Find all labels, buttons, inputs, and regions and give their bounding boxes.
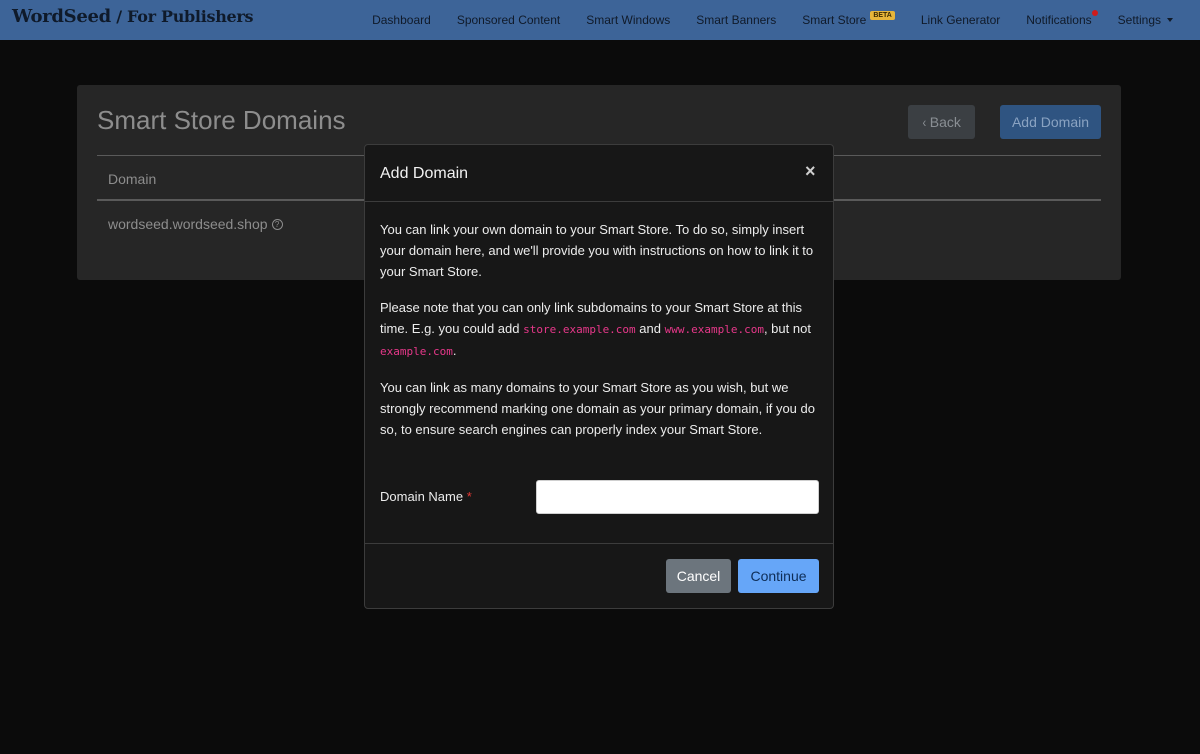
modal-paragraph: You can link your own domain to your Sma… [380,222,814,279]
chevron-left-icon: ‹ [922,114,927,130]
brand-sub: For Publishers [127,7,254,26]
text: and [635,321,665,336]
domain-name-label: Domain Name * [380,489,472,504]
page-title: Smart Store Domains [97,105,346,135]
add-domain-button[interactable]: Add Domain [1000,105,1101,139]
text: . [452,343,457,358]
back-label: Back [929,114,961,130]
beta-badge: BETA [870,10,895,20]
code-example: store.example.com [523,323,636,336]
continue-button[interactable]: Continue [738,559,819,593]
caret-down-icon [1167,18,1173,22]
nav-label: Smart Store [802,13,867,27]
divider [365,543,833,544]
nav-label: Settings [1117,13,1161,27]
domain-cell: wordseed.wordseed.shop [108,216,268,232]
brand-name: WordSeed [12,6,111,27]
notification-dot-icon [1091,10,1098,16]
table-row: wordseed.wordseed.shop ? [108,216,283,232]
cancel-button[interactable]: Cancel [666,559,731,593]
back-button[interactable]: ‹ Back [908,105,975,139]
label-text: Domain Name [380,489,464,504]
required-mark: * [466,489,472,504]
nav-smart-store[interactable]: Smart Store BETA [802,10,895,27]
nav-label: Notifications [1026,13,1092,27]
close-icon[interactable]: × [805,161,816,181]
nav-label: Smart Banners [696,13,777,27]
nav-label: Link Generator [920,13,1001,27]
nav-dashboard[interactable]: Dashboard [372,13,431,27]
nav-notifications[interactable]: Notifications [1026,10,1098,27]
domain-name-input[interactable] [536,480,819,514]
nav-settings-dropdown[interactable]: Settings [1118,13,1173,27]
nav-link-generator[interactable]: Link Generator [921,13,1000,27]
nav-label: Dashboard [372,13,431,27]
help-circle-icon[interactable]: ? [271,218,283,230]
nav-smart-windows[interactable]: Smart Windows [586,13,670,27]
modal-body: You can link your own domain to your Sma… [380,219,820,455]
nav-label: Smart Windows [586,13,671,27]
add-domain-modal: Add Domain × You can link your own domai… [364,144,834,609]
divider [365,201,833,202]
text: , but not [763,321,811,336]
code-example: www.example.com [664,323,764,336]
code-example: example.com [380,345,453,358]
modal-paragraph: You can link as many domains to your Sma… [380,380,815,437]
brand-logo[interactable]: WordSeed / For Publishers [12,6,254,27]
nav-sponsored-content[interactable]: Sponsored Content [457,13,560,27]
nav-smart-banners[interactable]: Smart Banners [696,13,776,27]
brand-separator: / [110,7,128,26]
modal-paragraph: Please note that you can only link subdo… [380,297,820,362]
modal-title: Add Domain [380,165,469,182]
nav-menu: Dashboard Sponsored Content Smart Window… [372,0,1200,40]
nav-label: Sponsored Content [456,13,561,27]
table-header-domain: Domain [108,171,157,187]
top-navbar: WordSeed / For Publishers Dashboard Spon… [0,0,1200,40]
